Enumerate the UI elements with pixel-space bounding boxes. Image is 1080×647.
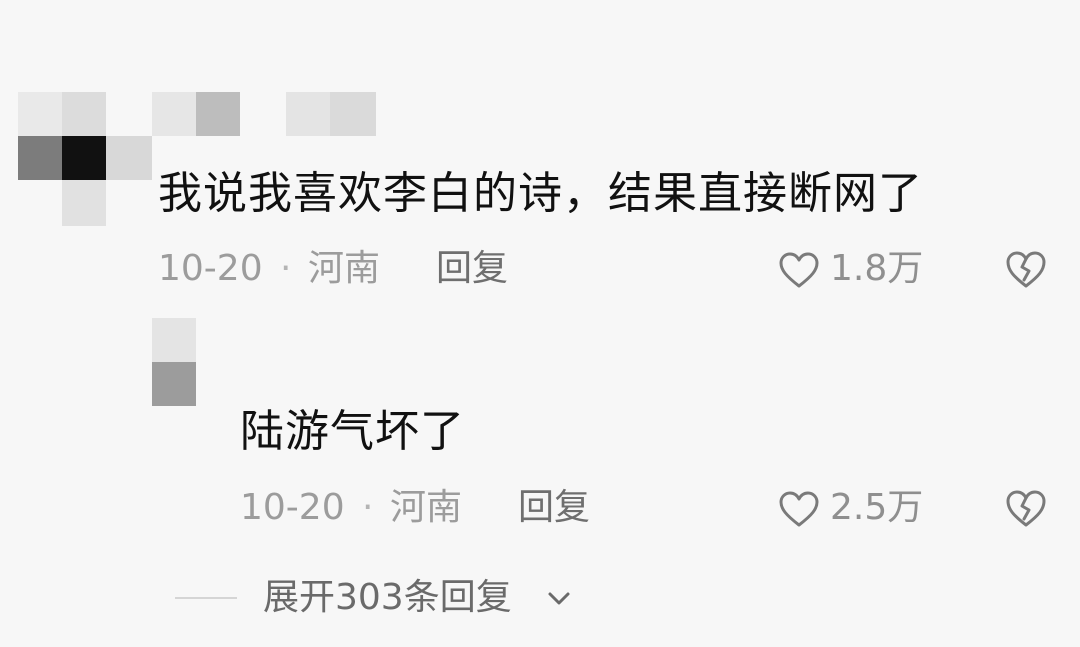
reply-button[interactable]: 回复: [436, 243, 508, 295]
meta-separator: ·: [362, 487, 374, 528]
reply-date: 10-20: [240, 487, 345, 528]
username-pixelated[interactable]: [152, 92, 376, 136]
broken-heart-icon[interactable]: [1004, 488, 1048, 528]
reply-text: 陆游气坏了: [240, 406, 465, 457]
chevron-down-icon[interactable]: [545, 586, 573, 610]
expand-replies-label[interactable]: 展开303条回复: [263, 572, 512, 624]
comment-meta: 10-20 · 河南 回复: [158, 243, 558, 295]
comment-date: 10-20: [158, 248, 263, 289]
heart-outline-icon[interactable]: [778, 251, 820, 289]
meta-separator: ·: [280, 248, 292, 289]
reply-like-count: 2.5万: [830, 487, 924, 528]
like-button[interactable]: 1.8万: [778, 243, 948, 295]
avatar-pixelated[interactable]: [18, 92, 152, 226]
broken-heart-icon[interactable]: [1004, 249, 1048, 289]
heart-outline-icon[interactable]: [778, 490, 820, 528]
reply-like-button[interactable]: 2.5万: [778, 482, 948, 534]
reply-meta: 10-20 · 河南 回复: [240, 482, 640, 534]
divider-line: [175, 597, 237, 599]
reply-avatar-pixelated[interactable]: [152, 318, 196, 406]
comment-text: 我说我喜欢李白的诗，结果直接断网了: [158, 168, 923, 219]
comment-thread: 我说我喜欢李白的诗，结果直接断网了 10-20 · 河南 回复 1.8万 陆游气…: [0, 0, 1080, 647]
reply-location: 河南: [390, 487, 463, 528]
reply-reply-button[interactable]: 回复: [518, 482, 590, 534]
like-count: 1.8万: [830, 248, 924, 289]
comment-location: 河南: [308, 248, 381, 289]
